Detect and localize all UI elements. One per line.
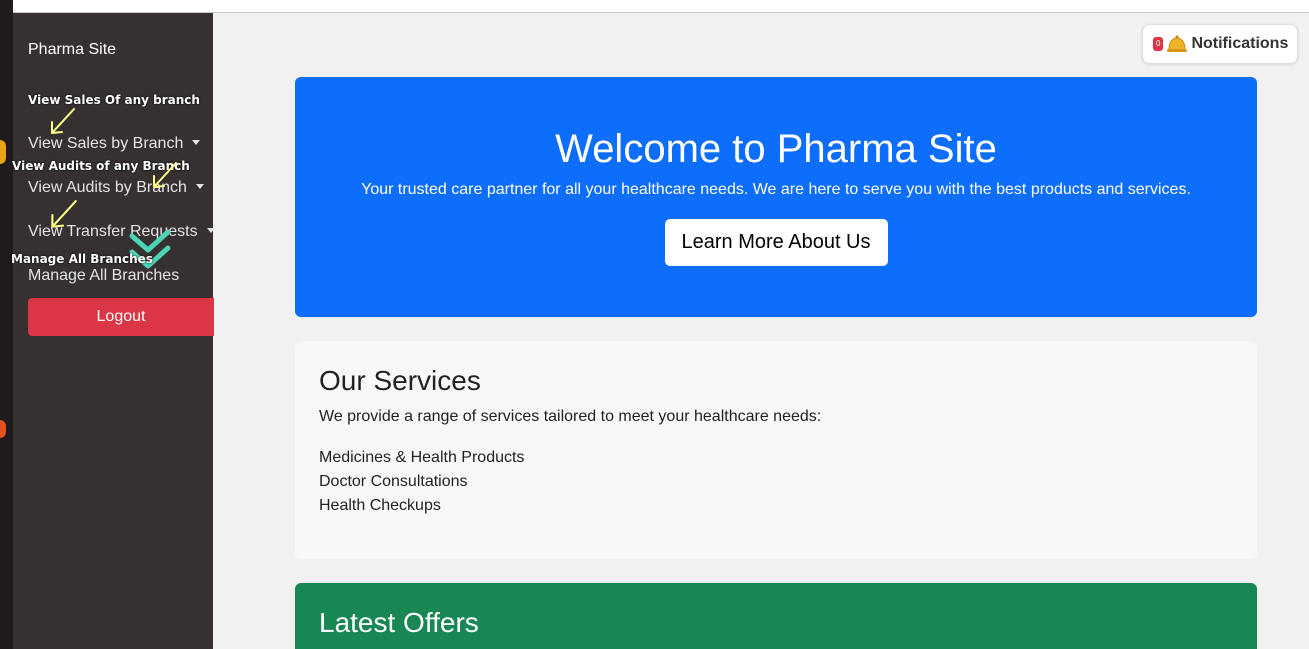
notifications-label: Notifications <box>1191 35 1289 52</box>
bell-icon <box>1167 35 1188 52</box>
arrow-icon <box>51 108 75 134</box>
browser-top-edge <box>13 0 1309 13</box>
services-intro: We provide a range of services tailored … <box>319 408 822 425</box>
services-list: Medicines & Health Products Doctor Consu… <box>319 446 1233 518</box>
annotation-branches: Manage All Branches <box>11 252 153 266</box>
arrow-icon <box>51 200 77 228</box>
list-item: Health Checkups <box>319 497 441 514</box>
annotation-sales: View Sales Of any branch <box>28 93 200 107</box>
welcome-hero: Welcome to Pharma Site Your trusted care… <box>295 77 1257 317</box>
learn-more-button[interactable]: Learn More About Us <box>664 219 888 266</box>
os-dock-strip <box>0 0 13 649</box>
double-check-icon <box>129 229 171 269</box>
caret-down-icon <box>195 184 204 189</box>
arrow-icon <box>153 162 177 188</box>
sidebar: Pharma Site View Sales by Branch View Au… <box>13 13 215 649</box>
services-section: Our Services We provide a range of servi… <box>295 341 1257 559</box>
notification-count-badge: 0 <box>1153 37 1164 51</box>
hero-title: Welcome to Pharma Site <box>555 127 997 171</box>
list-item: Doctor Consultations <box>319 473 468 490</box>
notifications-button[interactable]: 0 Notifications <box>1142 24 1298 64</box>
hero-subtitle: Your trusted care partner for all your h… <box>361 181 1191 198</box>
list-item: Medicines & Health Products <box>319 449 525 466</box>
dock-indicator <box>0 420 6 438</box>
logout-button[interactable]: Logout <box>28 298 214 336</box>
caret-down-icon <box>192 140 201 145</box>
sidebar-brand[interactable]: Pharma Site <box>28 41 116 59</box>
dock-indicator <box>0 140 6 164</box>
services-title: Our Services <box>319 365 481 396</box>
caret-down-icon <box>206 228 215 233</box>
offers-title: Latest Offers <box>319 607 479 638</box>
offers-section: Latest Offers <box>295 583 1257 649</box>
